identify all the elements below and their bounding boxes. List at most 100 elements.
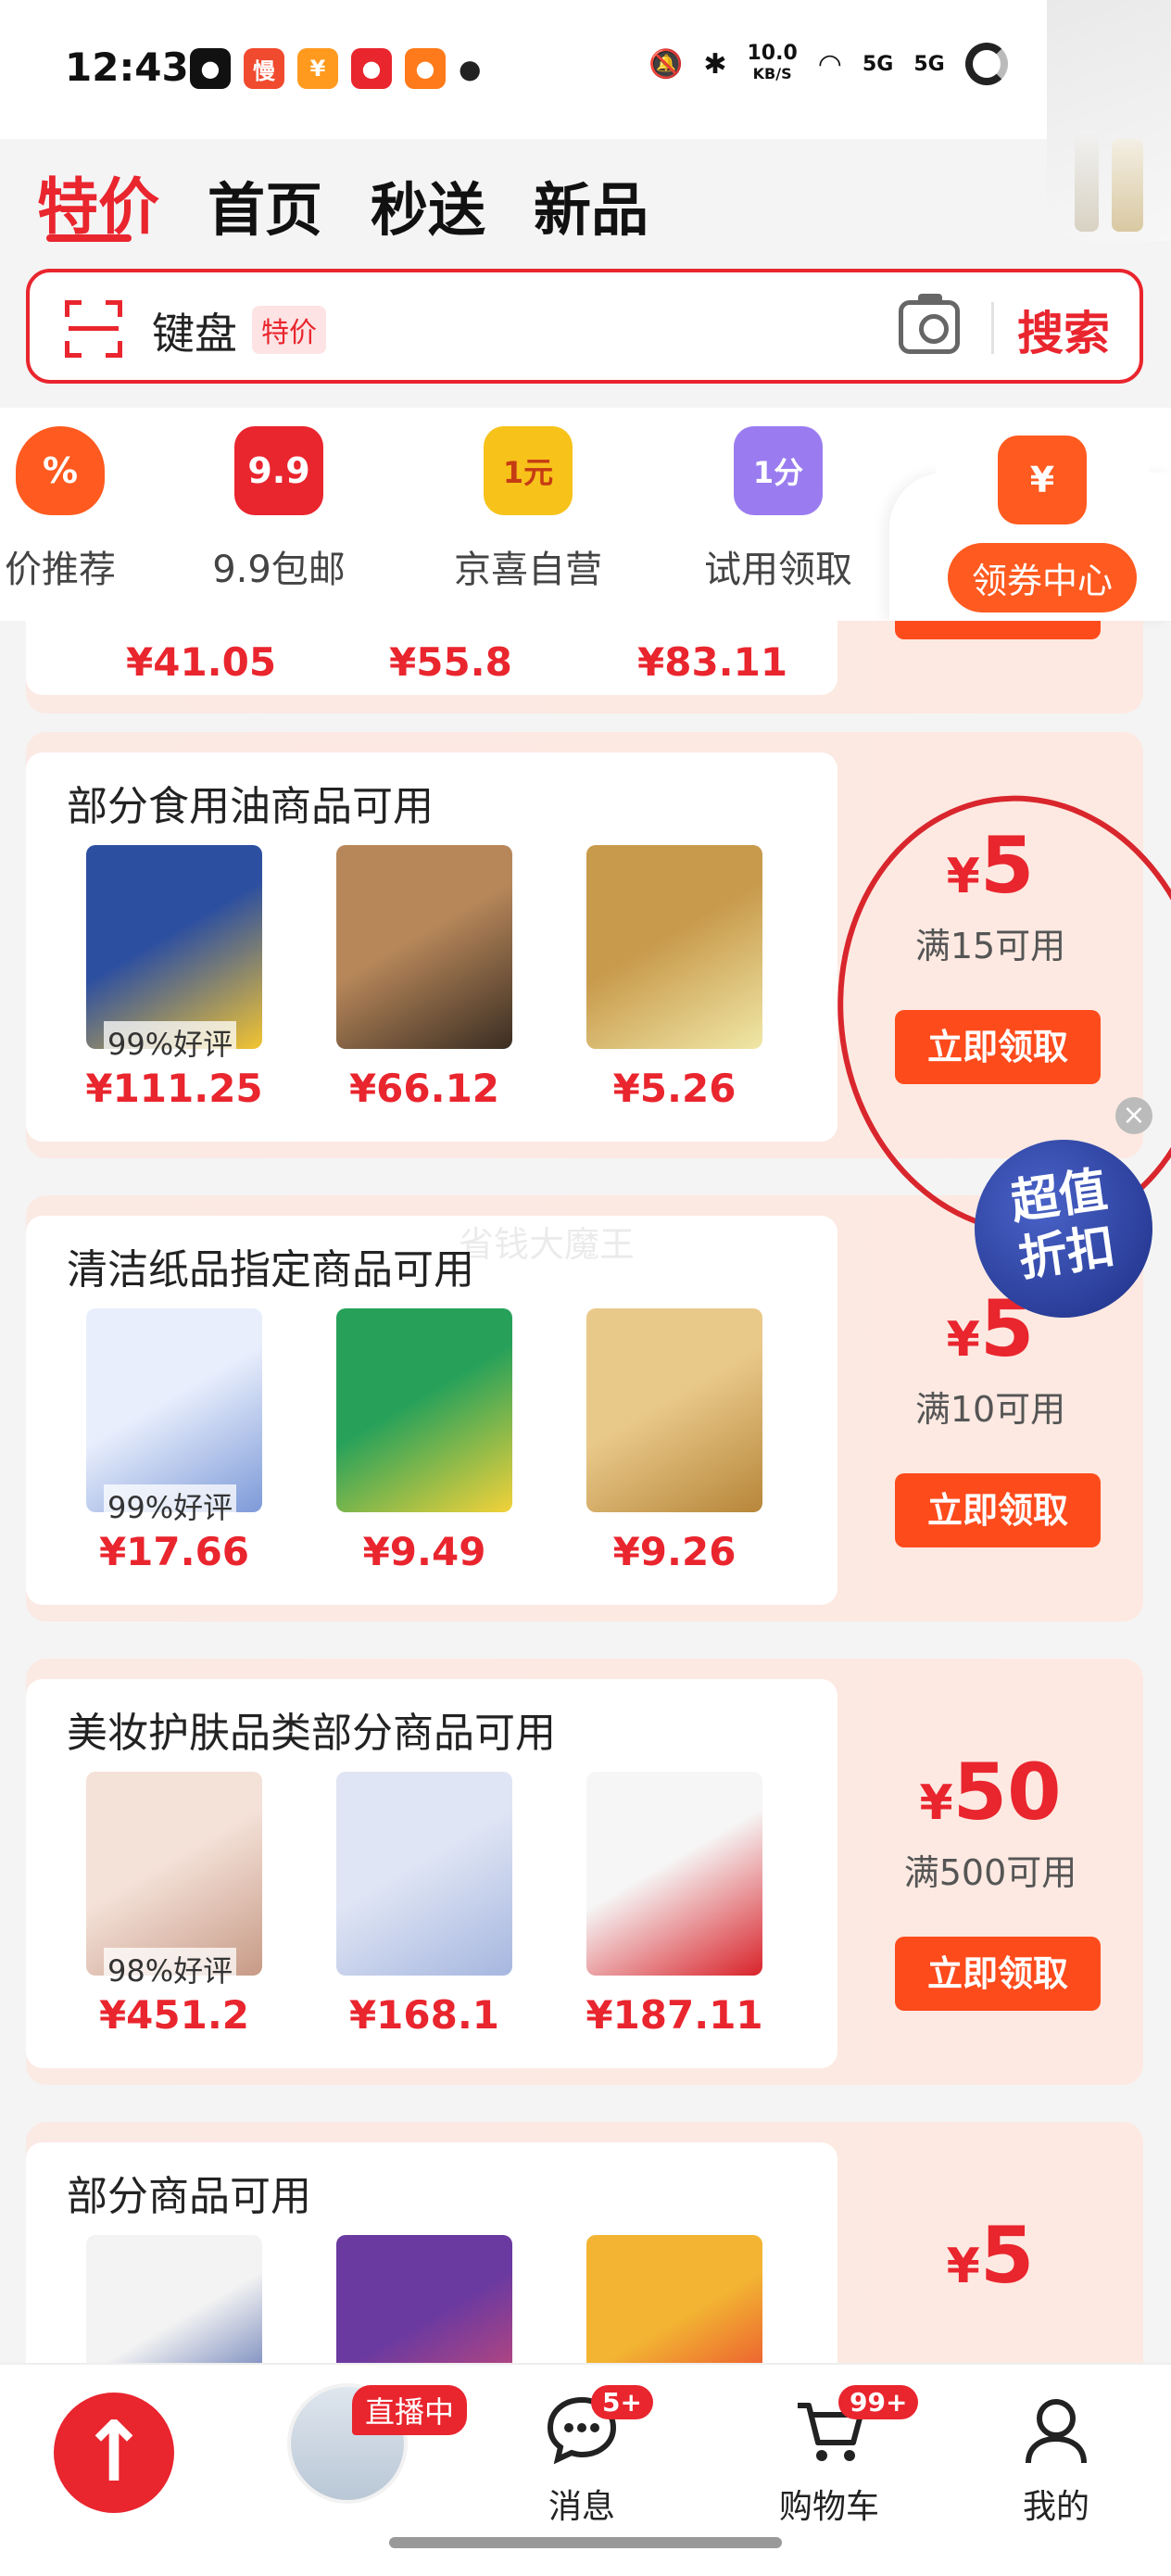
app-icon: ● xyxy=(405,48,446,89)
category-item[interactable]: % 价推荐 xyxy=(0,408,167,593)
signal-icon: 5G xyxy=(862,52,894,76)
product-item[interactable] xyxy=(573,2235,776,2363)
camera-icon[interactable] xyxy=(899,294,960,354)
product-image xyxy=(336,1308,512,1512)
tab-tejia[interactable]: 特价 xyxy=(37,158,159,246)
product-image xyxy=(336,1772,512,1976)
search-bar[interactable]: 键盘 特价 搜索 xyxy=(26,269,1143,384)
tab-indicator xyxy=(46,234,132,242)
mute-icon: 🔕 xyxy=(648,47,684,81)
nav-label: 消息 xyxy=(548,2488,615,2526)
nav-label: 购物车 xyxy=(778,2488,879,2526)
product-price: ¥451.2 xyxy=(98,1992,250,2038)
product-price: ¥41.05 xyxy=(126,639,277,685)
more-dot-icon: ● xyxy=(459,53,482,84)
product-image xyxy=(586,1772,762,1976)
coupon-icon: ¥ xyxy=(998,436,1087,524)
status-time: 12:43 xyxy=(65,44,189,90)
status-bar: 12:43 ● 慢 ¥ ● ● ● 🔕 ✱ 10.0 KB/S ◠ 5G 5G xyxy=(0,0,1171,139)
category-item[interactable]: 1元 京喜自营 xyxy=(422,408,635,593)
battery-ring-icon xyxy=(964,43,1008,85)
product-image xyxy=(86,845,262,1049)
product-price: ¥9.49 xyxy=(362,1529,486,1574)
product-price: ¥5.26 xyxy=(612,1066,737,1111)
shopping-bag-icon: 1分 xyxy=(734,426,823,515)
product-image xyxy=(336,845,512,1049)
nav-messages[interactable]: 5+ 消息 xyxy=(508,2385,656,2528)
product-price: ¥17.66 xyxy=(98,1529,250,1574)
close-icon[interactable]: × xyxy=(1115,1097,1152,1134)
ad-bottle xyxy=(1112,139,1143,232)
product-image xyxy=(586,2235,762,2363)
product-item[interactable]: ¥5.26 xyxy=(573,845,776,1111)
product-price: ¥187.11 xyxy=(586,1992,763,2038)
product-image xyxy=(586,845,762,1049)
search-input[interactable]: 键盘 xyxy=(152,300,237,361)
product-image xyxy=(586,1308,762,1512)
coupon-condition: 满10可用 xyxy=(914,1389,1066,1430)
gift-box-icon: 9.9 xyxy=(234,426,323,515)
percent-icon: % xyxy=(16,426,105,515)
product-image xyxy=(86,1308,262,1512)
coupon-products: 部分食用油商品可用 99%好评 ¥111.25 ¥66.12 ¥5.26 xyxy=(26,752,837,1142)
product-image xyxy=(336,2235,512,2363)
system-icons: 🔕 ✱ 10.0 KB/S ◠ 5G 5G xyxy=(648,43,1008,85)
divider xyxy=(991,302,994,354)
product-price: ¥9.26 xyxy=(612,1529,737,1574)
product-price: ¥66.12 xyxy=(348,1066,500,1111)
coupon-card: 部分商品可用 ¥5 xyxy=(26,2122,1143,2363)
category-label: 价推荐 xyxy=(5,549,116,591)
category-label: 京喜自营 xyxy=(454,549,602,591)
wechat-icon: ● xyxy=(190,48,231,89)
product-item[interactable]: 99%好评 ¥111.25 xyxy=(72,845,276,1111)
product-item[interactable] xyxy=(322,2235,526,2363)
app-icon: ¥ xyxy=(297,48,338,89)
product-rating: 98%好评 xyxy=(104,1948,237,1990)
coupon-title: 部分食用油商品可用 xyxy=(67,783,434,830)
ad-bottle xyxy=(1075,130,1099,232)
scan-icon[interactable] xyxy=(65,300,122,358)
category-item[interactable]: 9.9 9.9包邮 xyxy=(172,408,385,593)
tab-new[interactable]: 新品 xyxy=(534,163,648,246)
product-item[interactable]: ¥168.1 xyxy=(322,1772,526,2038)
coupon-condition: 满500可用 xyxy=(903,1852,1077,1893)
claim-button[interactable] xyxy=(895,621,1101,639)
wifi-icon: ◠ xyxy=(817,47,842,81)
bluetooth-icon: ✱ xyxy=(703,47,727,81)
coupon-card: ¥41.05 ¥55.8 ¥83.11 xyxy=(26,621,1143,713)
product-rating: 99%好评 xyxy=(104,1484,237,1527)
product-item[interactable]: ¥187.11 xyxy=(573,1772,776,2038)
app-icon: 慢 xyxy=(244,48,284,89)
product-image xyxy=(86,1772,262,1976)
product-item[interactable]: 98%好评 ¥451.2 xyxy=(72,1772,276,2038)
product-item[interactable] xyxy=(72,2235,276,2363)
coupon-title: 清洁纸品指定商品可用 xyxy=(67,1246,474,1294)
product-price: ¥168.1 xyxy=(348,1992,500,2038)
nav-label: 我的 xyxy=(1022,2488,1089,2526)
coupon-title: 美妆护肤品类部分商品可用 xyxy=(67,1710,556,1757)
tab-miaosong[interactable]: 秒送 xyxy=(371,163,485,246)
claim-button[interactable]: 立即领取 xyxy=(895,1937,1101,2011)
search-button[interactable]: 搜索 xyxy=(1017,297,1110,363)
product-price: ¥83.11 xyxy=(637,639,788,685)
product-item[interactable]: ¥66.12 xyxy=(322,845,526,1111)
category-item[interactable]: 1分 试用领取 xyxy=(672,408,885,593)
notification-icons: ● 慢 ¥ ● ● ● xyxy=(190,48,481,89)
product-item[interactable]: ¥9.49 xyxy=(322,1308,526,1574)
nav-me[interactable]: 我的 xyxy=(982,2393,1130,2528)
product-item[interactable]: 99%好评 ¥17.66 xyxy=(72,1308,276,1574)
category-item-coupon-center[interactable]: ¥ 领券中心 xyxy=(936,417,1149,612)
user-icon xyxy=(1019,2393,1093,2467)
search-tag: 特价 xyxy=(252,306,326,354)
nav-cart[interactable]: 99+ 购物车 xyxy=(755,2385,919,2528)
net-speed: 10.0 KB/S xyxy=(747,42,798,83)
signal-icon: 5G xyxy=(913,52,945,76)
claim-button[interactable]: 立即领取 xyxy=(895,1473,1101,1547)
top-ad-thumbnail[interactable] xyxy=(1047,0,1171,241)
app-icon: ● xyxy=(351,48,392,89)
tab-home[interactable]: 首页 xyxy=(208,163,322,246)
back-to-top-button[interactable]: ↑ xyxy=(54,2393,174,2513)
product-image xyxy=(86,2235,262,2363)
coupon-products: 部分商品可用 xyxy=(26,2142,837,2363)
product-item[interactable]: ¥9.26 xyxy=(573,1308,776,1574)
